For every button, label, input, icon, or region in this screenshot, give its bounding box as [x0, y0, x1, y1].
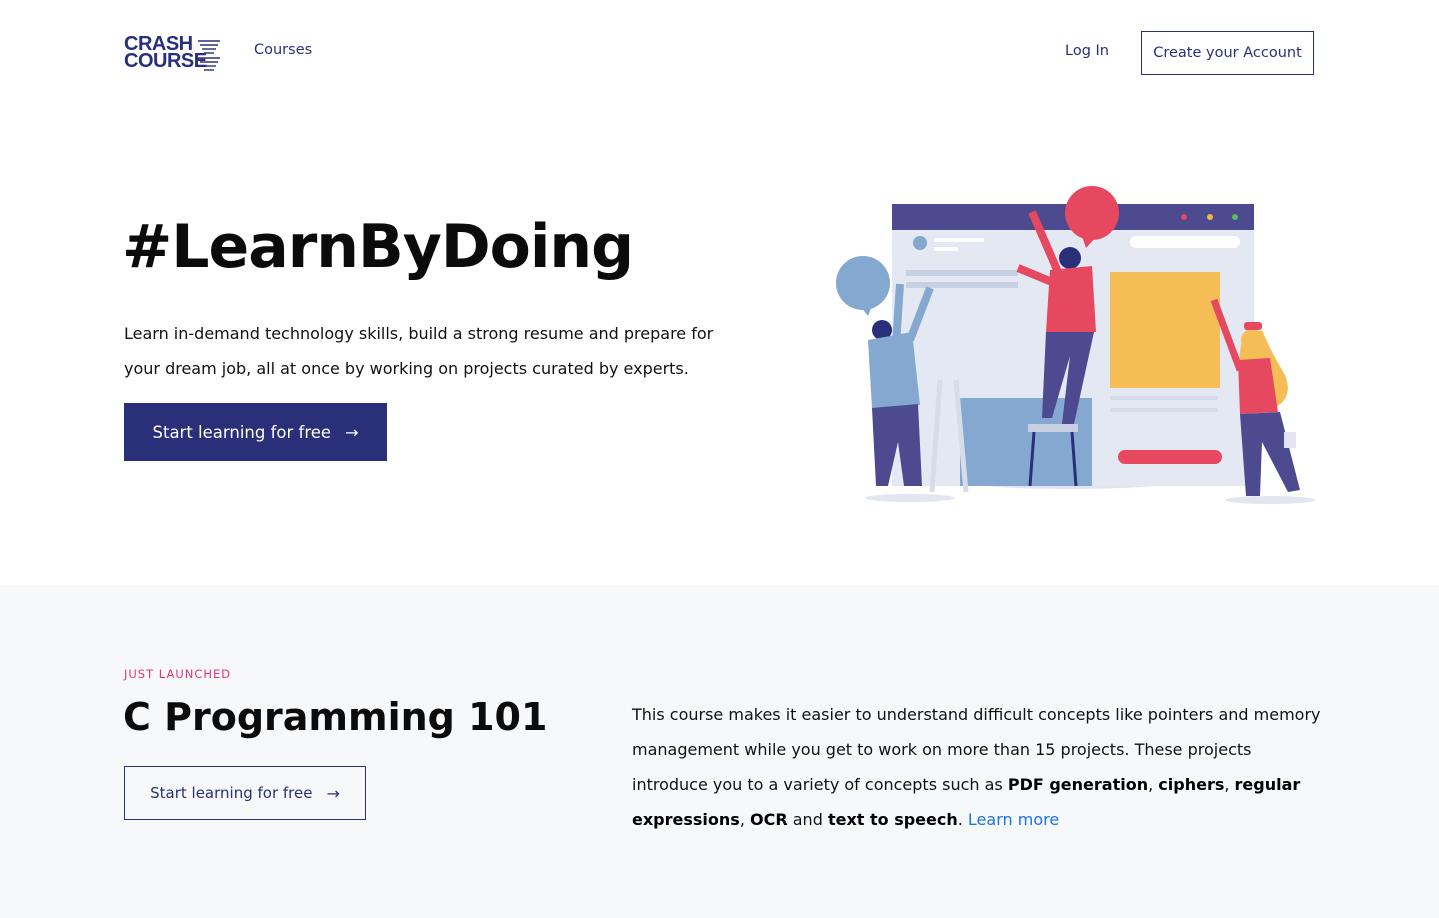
- speech-bubble-blue-tail: [860, 306, 872, 316]
- speech-bubble-blue: [836, 256, 890, 310]
- hero-title: #LearnByDoing: [122, 212, 634, 282]
- window-dot-yellow: [1207, 214, 1213, 220]
- sep-2: ,: [1224, 775, 1235, 794]
- stool-top: [1028, 424, 1078, 432]
- text-block-1: [906, 270, 1018, 276]
- window-dot-red: [1181, 214, 1187, 220]
- topic-text-to-speech: text to speech: [827, 810, 958, 829]
- learn-more-link[interactable]: Learn more: [968, 810, 1059, 829]
- ground-shadow-left: [865, 494, 955, 502]
- search-bar-shape: [1130, 236, 1240, 248]
- site-header: CRASH COURSE Courses Log In Create your …: [0, 0, 1439, 105]
- course-start-learning-button[interactable]: Start learning for free →: [124, 766, 366, 820]
- hero-subtitle: Learn in-demand technology skills, build…: [124, 324, 714, 378]
- arrow-right-icon: →: [326, 783, 340, 803]
- featured-course-section: JUST LAUNCHED C Programming 101 Start le…: [0, 585, 1439, 918]
- person-center-body: [1046, 266, 1096, 332]
- arrow-right-icon: →: [345, 422, 359, 442]
- topic-ocr: OCR: [749, 810, 788, 829]
- start-learning-button[interactable]: Start learning for free →: [124, 403, 387, 461]
- person-left-arm-2: [892, 283, 904, 346]
- just-launched-label: JUST LAUNCHED: [124, 667, 232, 681]
- speech-bubble-red: [1065, 186, 1119, 240]
- team-building-webpage-illustration: [836, 186, 1315, 504]
- course-title: C Programming 101: [123, 695, 548, 739]
- card-line-2: [1110, 408, 1218, 412]
- create-account-button[interactable]: Create your Account: [1141, 31, 1314, 75]
- window-dot-green: [1232, 214, 1238, 220]
- person-right-hat: [1244, 322, 1262, 330]
- yellow-card: [1110, 272, 1220, 388]
- pink-pill-button: [1118, 450, 1222, 464]
- sep-3: ,: [739, 810, 750, 829]
- avatar-dot: [913, 236, 927, 250]
- start-learning-label: Start learning for free: [152, 422, 332, 442]
- nav-bar-line-1: [934, 238, 984, 242]
- topic-ciphers: ciphers: [1158, 775, 1225, 794]
- person-center-head: [1059, 247, 1081, 269]
- person-right-legs: [1240, 412, 1300, 496]
- login-link[interactable]: Log In: [1065, 43, 1109, 59]
- coffee-cup: [1284, 432, 1296, 448]
- course-description: This course makes it easier to understan…: [632, 697, 1322, 837]
- sep-1: ,: [1148, 775, 1159, 794]
- course-start-learning-label: Start learning for free: [150, 784, 313, 802]
- nav-courses-link[interactable]: Courses: [254, 42, 312, 58]
- crash-course-logo[interactable]: CRASH COURSE: [124, 34, 224, 74]
- and-text: and: [787, 810, 828, 829]
- speed-lines-icon: [198, 40, 220, 71]
- card-line-1: [1110, 396, 1218, 400]
- text-block-2: [906, 282, 1018, 288]
- nav-bar-line-2: [934, 247, 958, 251]
- topic-pdf-generation: PDF generation: [1007, 775, 1149, 794]
- period-text: .: [957, 810, 968, 829]
- ground-shadow-right: [1225, 496, 1315, 504]
